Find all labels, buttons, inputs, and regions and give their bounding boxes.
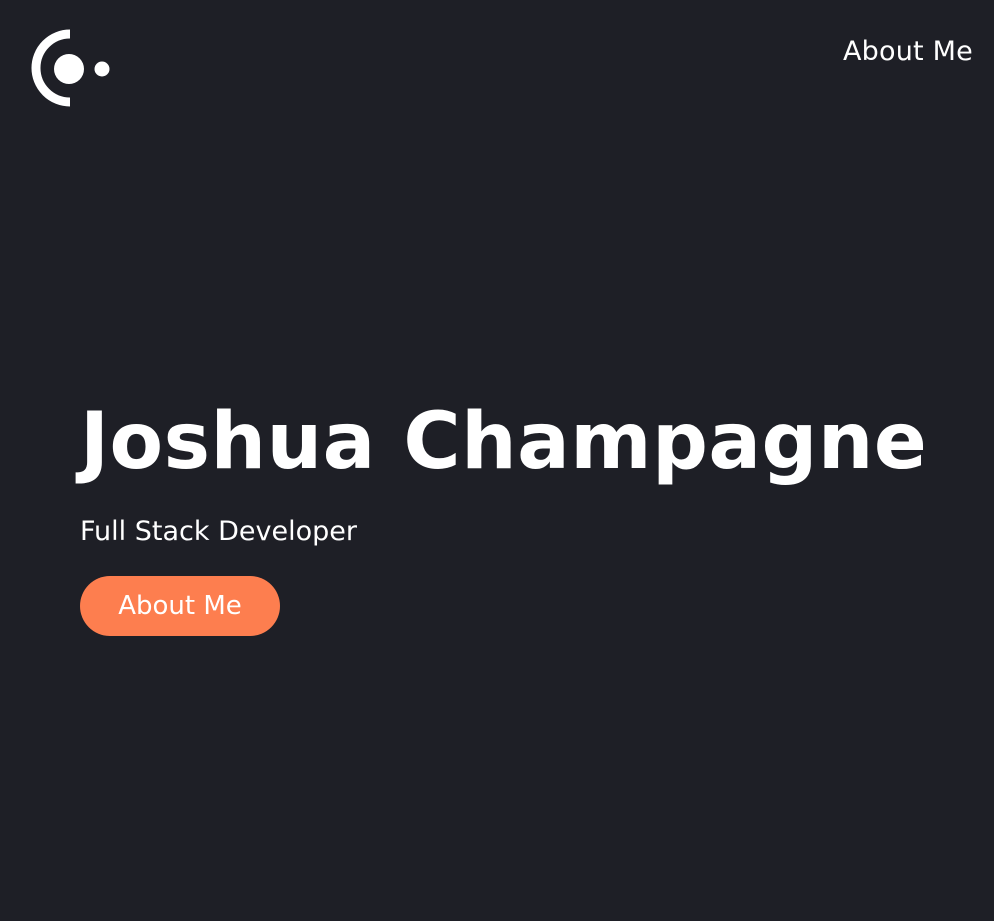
page: About Me Joshua Champagne Full Stack Dev… bbox=[0, 0, 994, 921]
hero-tagline: Full Stack Developer bbox=[80, 516, 357, 547]
site-logo[interactable] bbox=[29, 28, 113, 110]
hero-name: Joshua Champagne bbox=[80, 397, 928, 487]
about-me-button[interactable]: About Me bbox=[80, 576, 280, 636]
orbit-logo-icon bbox=[31, 29, 110, 107]
nav-link-about-me[interactable]: About Me bbox=[843, 36, 973, 67]
main-nav: About Me bbox=[843, 34, 973, 70]
